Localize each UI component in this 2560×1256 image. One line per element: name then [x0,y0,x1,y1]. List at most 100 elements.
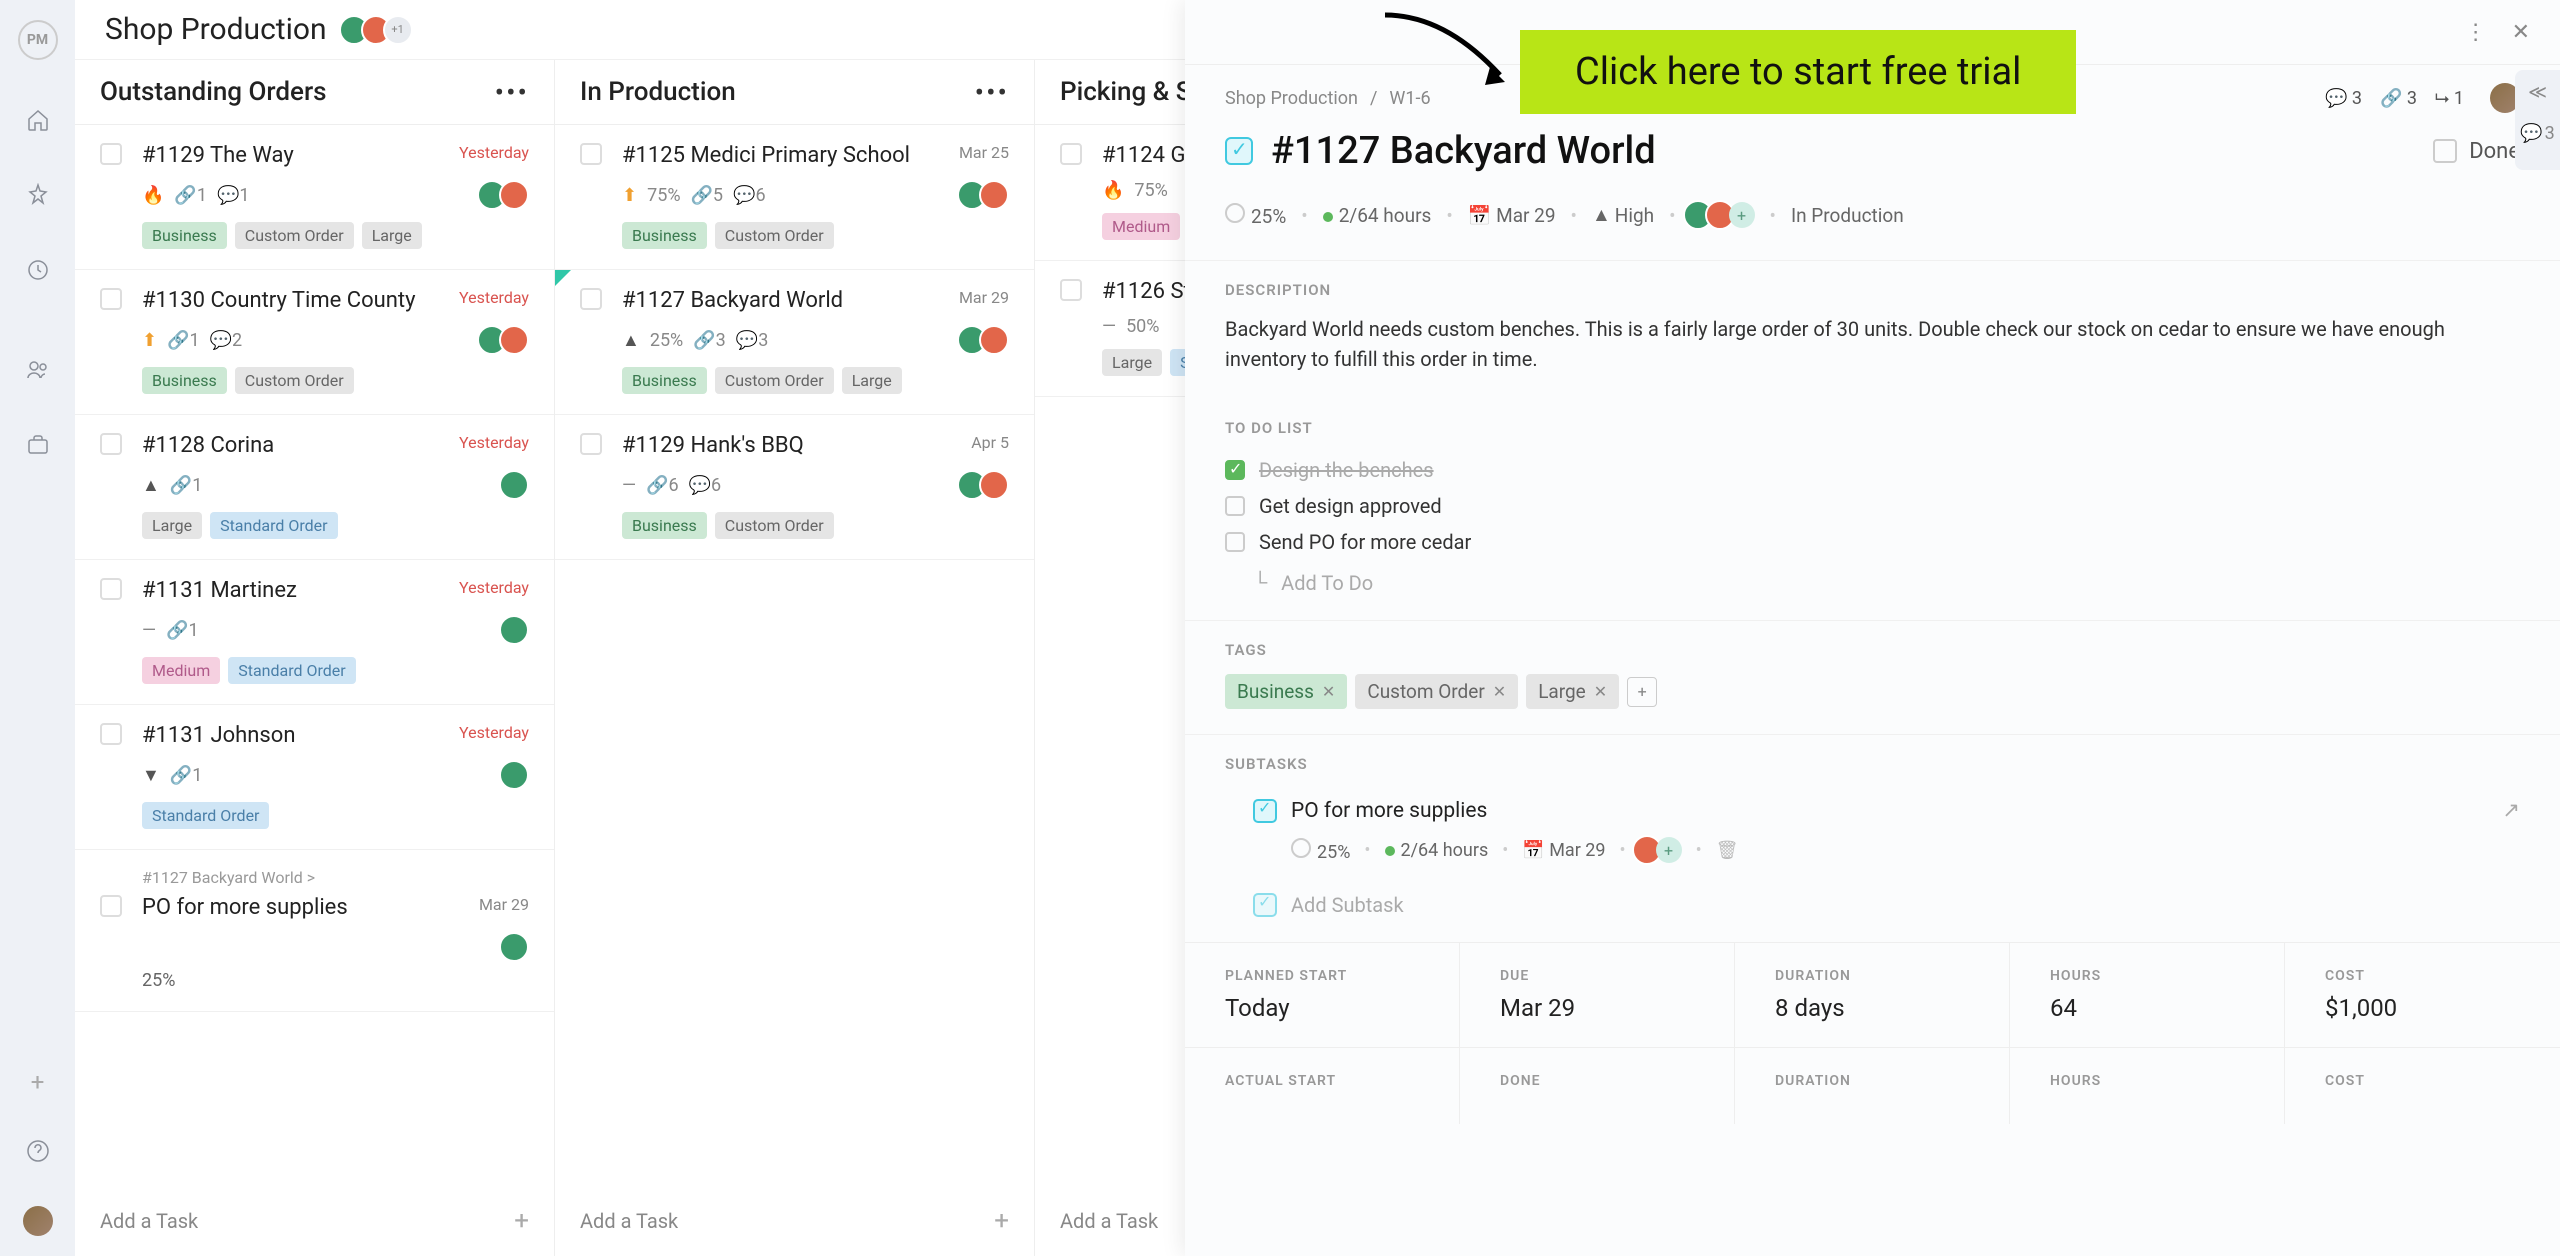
column-menu-icon[interactable]: ••• [495,76,529,109]
todo-item[interactable]: Get design approved [1225,488,2520,524]
assignee-avatar [979,470,1009,500]
briefcase-icon[interactable] [23,430,53,460]
task-card[interactable]: #1129 The Way Yesterday 🔥🔗1💬1 BusinessCu… [75,125,554,270]
trial-cta-button[interactable]: Click here to start free trial [1520,30,2076,114]
add-icon[interactable]: + [31,1068,45,1096]
remove-tag-icon[interactable]: ✕ [1493,682,1506,701]
stat-cell[interactable]: DURATION8 days [1735,943,2010,1047]
todo-text: Get design approved [1259,494,1442,518]
done-toggle[interactable]: Done [2433,139,2520,164]
task-checkbox[interactable] [1060,143,1082,165]
collapse-icon[interactable]: ≪ [2528,82,2547,103]
breadcrumb-project[interactable]: Shop Production [1225,88,1358,109]
hours-logged[interactable]: 2/64 hours [1323,204,1432,227]
stat-cell[interactable]: HOURS 64 [2010,943,2285,1047]
assignee-avatar [499,325,529,355]
task-checkbox[interactable] [100,723,122,745]
home-icon[interactable] [23,105,53,135]
stat-cell[interactable]: DONE [1460,1048,1735,1124]
open-subtask-icon[interactable]: ↗ [2502,798,2520,823]
todo-checkbox[interactable] [1225,460,1245,480]
task-card[interactable]: #1125 Medici Primary School Mar 25 ⬆75%🔗… [555,125,1034,270]
tag-pill[interactable]: Large ✕ [1526,674,1619,709]
stat-value: 64 [2050,994,2244,1022]
tag-pill[interactable]: Business ✕ [1225,674,1347,709]
stat-cell[interactable]: COST [2285,1048,2560,1124]
task-checkbox[interactable] [580,433,602,455]
stat-value: Mar 29 [1500,994,1694,1022]
tag-pill: Business [142,367,227,394]
assignees[interactable]: + [1691,200,1755,230]
card-parent-crumb: #1127 Backyard World > [142,868,529,887]
remove-tag-icon[interactable]: ✕ [1594,682,1607,701]
comment-count[interactable]: 💬 3 [2325,88,2362,109]
stat-label: COST [2325,968,2520,984]
comment-icon: 💬6 [733,185,766,206]
delete-subtask-icon[interactable]: 🗑 [1716,840,1739,861]
stat-cell[interactable]: ACTUAL START [1185,1048,1460,1124]
tag-pill[interactable]: Custom Order ✕ [1355,674,1518,709]
task-type-icon[interactable] [1225,137,1253,165]
app-logo[interactable]: PM [18,20,58,60]
priority-down-icon: ▼ [142,765,160,786]
task-checkbox[interactable] [100,288,122,310]
close-icon[interactable]: ✕ [2512,20,2530,45]
remove-tag-icon[interactable]: ✕ [1322,682,1335,701]
link-count[interactable]: 🔗 3 [2380,88,2417,109]
stat-label: HOURS [2050,968,2244,984]
status[interactable]: In Production [1791,204,1904,227]
todo-item[interactable]: Send PO for more cedar [1225,524,2520,560]
priority[interactable]: ▲ High [1592,203,1654,227]
todo-item[interactable]: Design the benches [1225,452,2520,488]
task-checkbox[interactable] [100,578,122,600]
stat-cell[interactable]: HOURS [2010,1048,2285,1124]
comments-toggle[interactable]: 💬3 [2520,123,2555,144]
task-checkbox[interactable] [100,895,122,917]
more-icon[interactable]: ⋮ [2465,20,2487,45]
people-icon[interactable] [23,355,53,385]
stat-cell[interactable]: DUEMar 29 [1460,943,1735,1047]
card-title: #1131 Johnson [142,723,459,748]
add-todo-button[interactable]: └ Add To Do [1225,560,2520,595]
card-title: #1128 Corina [142,433,459,458]
subtask-row[interactable]: PO for more supplies ↗ 25% • 2/64 hours … [1225,788,2520,875]
task-checkbox[interactable] [100,433,122,455]
project-members[interactable]: +1 [347,15,413,45]
add-subtask-button[interactable]: Add Subtask [1225,875,2520,917]
task-card[interactable]: #1127 Backyard World > PO for more suppl… [75,850,554,1012]
task-card[interactable]: #1131 Johnson Yesterday ▼🔗1 Standard Ord… [75,705,554,850]
task-checkbox[interactable] [1060,279,1082,301]
assignee-avatar [979,325,1009,355]
todo-checkbox[interactable] [1225,532,1245,552]
task-card[interactable]: #1131 Martinez Yesterday —🔗1 MediumStand… [75,560,554,705]
add-task-button[interactable]: Add a Task+ [555,1186,1034,1256]
stat-cell[interactable]: DURATION [1735,1048,2010,1124]
add-tag-button[interactable]: + [1627,677,1657,707]
stat-cell[interactable]: COST$1,000 [2285,943,2560,1047]
card-percent: 75% [1134,180,1167,201]
subtask-title: PO for more supplies [1291,799,1487,823]
task-checkbox[interactable] [580,288,602,310]
tag-pill: Medium [142,657,220,684]
task-title[interactable]: #1127 Backyard World [1271,129,2433,173]
description-text[interactable]: Backyard World needs custom benches. Thi… [1225,314,2520,374]
task-card[interactable]: #1128 Corina Yesterday ▲🔗1 LargeStandard… [75,415,554,560]
task-card[interactable]: #1130 Country Time County Yesterday ⬆🔗1💬… [75,270,554,415]
due-date[interactable]: 📅 Mar 29 [1468,204,1556,227]
subtask-count[interactable]: ⮡ 1 [2435,88,2464,109]
add-task-button[interactable]: Add a Task+ [75,1186,554,1256]
user-avatar[interactable] [23,1206,53,1236]
task-checkbox[interactable] [580,143,602,165]
stat-cell[interactable]: PLANNED STARTToday [1185,943,1460,1047]
todo-checkbox[interactable] [1225,496,1245,516]
clock-icon[interactable] [23,255,53,285]
task-card[interactable]: #1127 Backyard World Mar 29 ▲25%🔗3💬3 Bus… [555,270,1034,415]
task-checkbox[interactable] [100,143,122,165]
progress-percent[interactable]: 25% [1225,203,1286,228]
task-card[interactable]: #1129 Hank's BBQ Apr 5 —🔗6💬6 BusinessCus… [555,415,1034,560]
stat-label: DONE [1500,1073,1694,1089]
activity-icon[interactable] [23,180,53,210]
help-icon[interactable] [23,1136,53,1166]
column-menu-icon[interactable]: ••• [975,76,1009,109]
tag-pill: Standard Order [228,657,355,684]
